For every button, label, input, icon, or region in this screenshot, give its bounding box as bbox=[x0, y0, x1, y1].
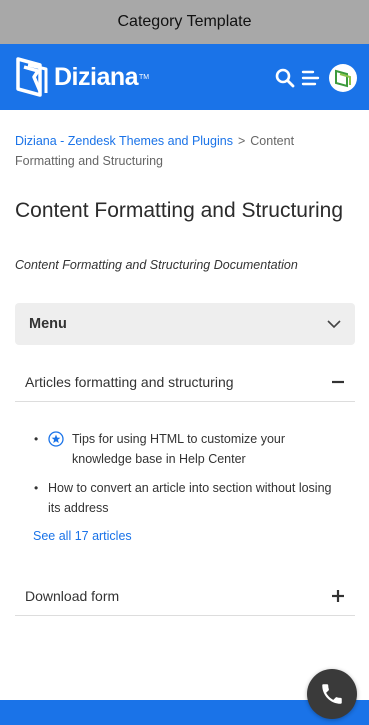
window-title-bar: Category Template bbox=[0, 0, 369, 44]
bullet: • bbox=[34, 432, 39, 446]
section-header-download-form[interactable]: Download form bbox=[15, 576, 355, 616]
page-title: Content Formatting and Structuring bbox=[15, 199, 344, 222]
search-icon[interactable] bbox=[273, 66, 297, 90]
section-header-articles-formatting[interactable]: Articles formatting and structuring bbox=[15, 362, 355, 402]
list-item[interactable]: • Tips for using HTML to customize your … bbox=[34, 429, 334, 469]
chevron-down-icon bbox=[327, 320, 341, 329]
promoted-star-icon bbox=[48, 431, 64, 447]
see-all-articles-link[interactable]: See all 17 articles bbox=[33, 529, 132, 543]
plus-icon[interactable] bbox=[331, 589, 345, 603]
window-title: Category Template bbox=[117, 13, 252, 30]
logo-text: Diziana bbox=[54, 62, 139, 91]
avatar-logo-icon bbox=[335, 69, 351, 88]
menu-dropdown[interactable]: Menu bbox=[15, 303, 355, 345]
phone-icon bbox=[322, 684, 342, 704]
section-title: Articles formatting and structuring bbox=[25, 373, 234, 390]
logo-mark-icon bbox=[16, 57, 48, 97]
breadcrumb: Diziana - Zendesk Themes and Plugins > Con… bbox=[15, 131, 315, 171]
section-title: Download form bbox=[25, 587, 120, 604]
contact-phone-button[interactable] bbox=[307, 669, 357, 719]
list-icon[interactable] bbox=[299, 66, 323, 90]
breadcrumb-separator: > bbox=[237, 134, 246, 148]
article-link[interactable]: Tips for using HTML to customize your kn… bbox=[72, 432, 285, 466]
site-header: Diziana TM bbox=[0, 44, 369, 110]
bullet: • bbox=[34, 481, 39, 495]
diziana-logo[interactable]: Diziana TM bbox=[14, 52, 149, 102]
article-link[interactable]: How to convert an article into section w… bbox=[48, 481, 331, 515]
minus-icon[interactable] bbox=[331, 375, 345, 389]
article-list: • Tips for using HTML to customize your … bbox=[34, 429, 334, 527]
menu-label: Menu bbox=[29, 316, 67, 332]
page-description: Content Formatting and Structuring Docum… bbox=[15, 258, 298, 272]
list-item[interactable]: • How to convert an article into section… bbox=[34, 478, 334, 518]
header-actions bbox=[271, 64, 357, 92]
logo-trademark: TM bbox=[139, 73, 150, 81]
breadcrumb-home-link[interactable]: Diziana - Zendesk Themes and Plugins bbox=[15, 134, 233, 148]
user-avatar[interactable] bbox=[329, 64, 357, 92]
